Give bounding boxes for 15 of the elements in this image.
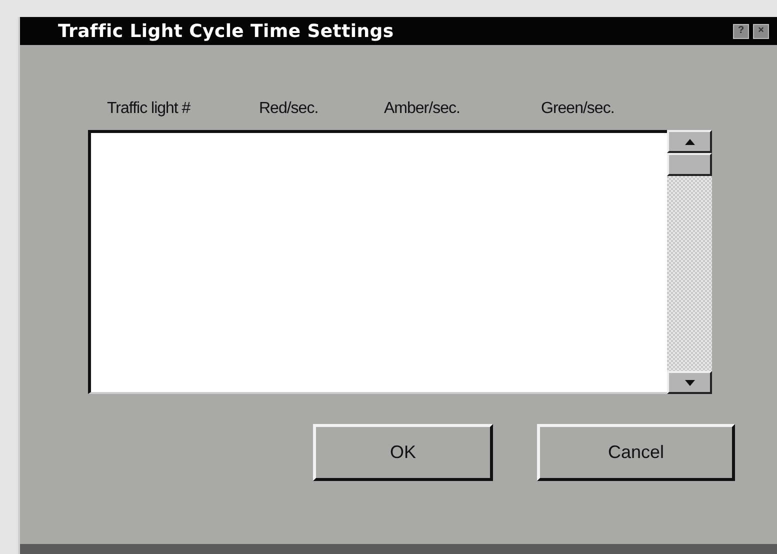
column-header: Green/sec.	[541, 100, 616, 119]
help-button[interactable]: ?	[733, 24, 749, 38]
cancel-button[interactable]: Cancel	[537, 424, 735, 481]
scrollbar[interactable]	[667, 130, 712, 394]
column-header: Red/sec.	[259, 100, 320, 119]
column-header: Amber/sec.	[384, 100, 461, 119]
close-button[interactable]: ×	[753, 24, 769, 38]
column-header: Traffic light #	[107, 100, 192, 119]
down-arrow-icon	[684, 380, 694, 386]
scroll-thumb[interactable]	[667, 153, 712, 176]
window-title: Traffic Light Cycle Time Settings	[58, 20, 395, 42]
scroll-down-button[interactable]	[667, 371, 712, 394]
scroll-up-button[interactable]	[667, 130, 712, 153]
ok-button[interactable]: OK	[313, 424, 493, 481]
up-arrow-icon	[684, 138, 694, 144]
